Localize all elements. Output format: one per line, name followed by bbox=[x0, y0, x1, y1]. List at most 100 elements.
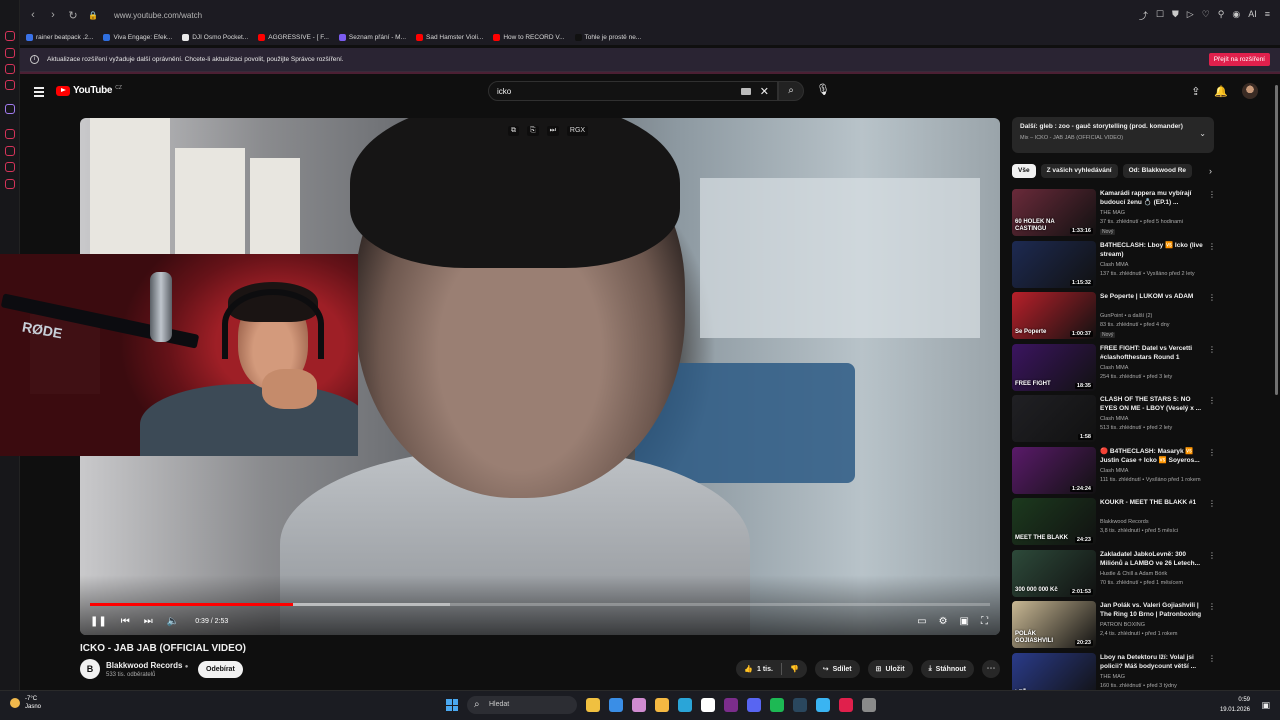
more-vert-icon[interactable]: ⋮ bbox=[1208, 190, 1216, 199]
avatar[interactable] bbox=[1242, 83, 1258, 99]
sidebar-icon[interactable] bbox=[5, 179, 15, 189]
download-button[interactable]: ⤓ Stáhnout bbox=[920, 660, 974, 678]
video-title-link[interactable]: KOUKR - MEET THE BLAKK #1 bbox=[1100, 498, 1208, 507]
reload-icon[interactable]: ↻ bbox=[66, 9, 80, 22]
sidebar-icon[interactable] bbox=[5, 146, 15, 156]
notification-icon[interactable]: ▣ bbox=[1261, 700, 1270, 711]
voice-search-icon[interactable]: 🎙 bbox=[816, 83, 830, 96]
video-thumbnail[interactable]: 60 HOLEK NA CASTINGU 1:33:16 bbox=[1012, 189, 1096, 236]
more-vert-icon[interactable]: ⋮ bbox=[1208, 448, 1216, 457]
recommendation-item[interactable]: 60 HOLEK NA CASTINGU 1:33:16 Kamarádi rapp… bbox=[1012, 189, 1218, 241]
keyboard-icon[interactable] bbox=[741, 88, 751, 95]
scrollbar[interactable] bbox=[1275, 85, 1278, 395]
channel-avatar[interactable]: B bbox=[80, 659, 100, 679]
bookmark-item[interactable]: DJI Osmo Pocket... bbox=[182, 34, 248, 41]
shield-icon[interactable]: ⛊ bbox=[1172, 9, 1179, 22]
like-icon[interactable]: 👍 bbox=[744, 665, 753, 673]
recommendation-item[interactable]: POLÁK GOJIASHVILI 20:23 Jan Polák vs. Vale… bbox=[1012, 601, 1218, 653]
taskbar-search[interactable]: Hledat bbox=[467, 696, 577, 714]
video-title-link[interactable]: Lboy na Detektoru lží: Volal jsi policii… bbox=[1100, 653, 1208, 671]
video-title-link[interactable]: B4THECLASH: Lboy 🆚 Icko (live stream) bbox=[1100, 241, 1208, 259]
subscribe-button[interactable]: Odebírat bbox=[198, 661, 243, 678]
bookmark-item[interactable]: Sad Hamster Violi... bbox=[416, 34, 483, 41]
next-icon[interactable]: ⏭ bbox=[144, 616, 153, 627]
bookmark-item[interactable]: Viva Engage: Efek... bbox=[103, 34, 172, 41]
bookmark-icon[interactable]: ☐ bbox=[1156, 9, 1164, 22]
skip-icon[interactable]: ⏭ bbox=[546, 126, 559, 136]
more-vert-icon[interactable]: ⋮ bbox=[1208, 293, 1216, 302]
channel-name[interactable]: GunPoint • a další (2) bbox=[1100, 313, 1152, 319]
video-thumbnail[interactable]: 1:24:24 bbox=[1012, 446, 1096, 494]
channel-name[interactable]: Blakkwood Records bbox=[1100, 519, 1149, 525]
video-thumbnail[interactable]: 1:15:32 bbox=[1012, 240, 1096, 288]
taskbar-app-icon[interactable] bbox=[747, 698, 761, 712]
start-icon[interactable] bbox=[446, 699, 458, 711]
recommendation-item[interactable]: 300 000 000 Kč 2:01:53 Zakladatel JabkoLev… bbox=[1012, 549, 1218, 602]
chevron-down-icon[interactable]: ⌄ bbox=[1199, 129, 1206, 138]
recommendation-item[interactable]: MEET THE BLAKK 24:23 KOUKR - MEET THE BLAK… bbox=[1012, 498, 1218, 550]
sidebar-icon[interactable] bbox=[5, 80, 15, 90]
video-thumbnail[interactable]: POLÁK GOJIASHVILI 20:23 bbox=[1012, 601, 1096, 648]
video-thumbnail[interactable]: Se Poperte 1:00:37 bbox=[1012, 292, 1096, 339]
taskbar-app-icon[interactable] bbox=[793, 698, 807, 712]
menu-icon[interactable] bbox=[34, 87, 44, 99]
more-vert-icon[interactable]: ⋮ bbox=[1208, 396, 1216, 405]
bookmark-item[interactable]: Tohle je prostě ne... bbox=[574, 34, 641, 41]
recommendation-item[interactable]: 1:58 CLASH OF THE STARS 5: NO EYES ON ME … bbox=[1012, 395, 1218, 447]
chevron-right-icon[interactable]: › bbox=[1209, 166, 1212, 176]
taskbar-app-icon[interactable] bbox=[701, 698, 715, 712]
menu-icon[interactable]: ≡ bbox=[1265, 9, 1270, 22]
more-vert-icon[interactable]: ⋮ bbox=[1208, 242, 1216, 251]
more-actions-button[interactable]: ⋯ bbox=[982, 660, 1000, 678]
taskbar-app-icon[interactable] bbox=[724, 698, 738, 712]
video-title-link[interactable]: 🔴 B4THECLASH: Masaryk 🆚 Justin Case + Ic… bbox=[1100, 447, 1208, 465]
sidebar-icon[interactable] bbox=[5, 31, 15, 41]
theater-icon[interactable]: ▣ bbox=[960, 616, 969, 627]
sidebar-icon[interactable] bbox=[5, 162, 15, 172]
chip-from-searches[interactable]: Z vašich vyhledávání bbox=[1040, 164, 1118, 178]
channel-name[interactable]: Clash MMA bbox=[1100, 262, 1128, 268]
sidebar-icon[interactable] bbox=[5, 129, 15, 139]
recommendation-item[interactable]: Se Poperte 1:00:37 Se Poperte | LUKOM vs A… bbox=[1012, 292, 1218, 344]
up-next-panel[interactable]: Další: gleb : zoo - gauč storytelling (p… bbox=[1012, 117, 1214, 153]
miniplayer-icon[interactable]: ⧉ bbox=[508, 126, 519, 136]
notifications-icon[interactable]: 🔔 bbox=[1214, 85, 1228, 98]
taskbar-app-icon[interactable] bbox=[839, 698, 853, 712]
recommendation-item[interactable]: 1:15:32 B4THECLASH: Lboy 🆚 Icko (live str… bbox=[1012, 240, 1218, 293]
pause-icon[interactable]: ❚❚ bbox=[90, 616, 107, 627]
ai-label[interactable]: AI bbox=[1248, 9, 1257, 22]
search-button[interactable]: ⌕ bbox=[778, 81, 804, 101]
search-box[interactable]: icko ✕ bbox=[488, 81, 778, 101]
share-button[interactable]: ↪ Sdílet bbox=[814, 660, 860, 678]
taskbar-app-icon[interactable] bbox=[609, 698, 623, 712]
channel-name[interactable]: Clash MMA bbox=[1100, 416, 1128, 422]
video-title-link[interactable]: Jan Polák vs. Valeri Gojiashvili | The R… bbox=[1100, 601, 1208, 619]
taskbar-app-icon[interactable] bbox=[816, 698, 830, 712]
video-title-link[interactable]: Zakladatel JabkoLevně: 300 Miliónů a LAM… bbox=[1100, 550, 1208, 568]
upload-icon[interactable]: ⇪ bbox=[1191, 85, 1200, 98]
address-bar[interactable]: www.youtube.com/watch bbox=[114, 11, 202, 20]
channel-name[interactable]: Clash MMA bbox=[1100, 468, 1128, 474]
volume-icon[interactable]: 🔈 bbox=[167, 616, 179, 627]
back-icon[interactable]: ‹ bbox=[26, 9, 40, 21]
taskbar-app-icon[interactable] bbox=[586, 698, 600, 712]
bookmark-item[interactable]: Seznam přání - M... bbox=[338, 34, 406, 41]
video-title-link[interactable]: Se Poperte | LUKOM vs ADAM bbox=[1100, 292, 1208, 301]
video-title-link[interactable]: CLASH OF THE STARS 5: NO EYES ON ME - LB… bbox=[1100, 395, 1208, 413]
channel-name[interactable]: Clash MMA bbox=[1100, 365, 1128, 371]
channel-name[interactable]: THE MAG bbox=[1100, 210, 1125, 216]
taskbar-app-icon[interactable] bbox=[678, 698, 692, 712]
chip-from-channel[interactable]: Od: Blakkwood Re bbox=[1122, 164, 1193, 178]
video-title-link[interactable]: Kamarádi rappera mu vybírají budoucí žen… bbox=[1100, 189, 1208, 207]
sidebar-icon[interactable] bbox=[5, 64, 15, 74]
play-icon[interactable]: ▷ bbox=[1187, 9, 1194, 22]
cast-icon[interactable]: ⎘ bbox=[527, 126, 539, 136]
video-thumbnail[interactable]: MEET THE BLAKK 24:23 bbox=[1012, 498, 1096, 545]
more-vert-icon[interactable]: ⋮ bbox=[1208, 499, 1216, 508]
search-input[interactable]: icko bbox=[497, 87, 511, 96]
channel-name[interactable]: THE MAG bbox=[1100, 674, 1125, 680]
more-vert-icon[interactable]: ⋮ bbox=[1208, 602, 1216, 611]
channel-name[interactable]: Blakkwood Records ● bbox=[106, 661, 188, 670]
chip-all[interactable]: Vše bbox=[1012, 164, 1036, 178]
more-vert-icon[interactable]: ⋮ bbox=[1208, 345, 1216, 354]
